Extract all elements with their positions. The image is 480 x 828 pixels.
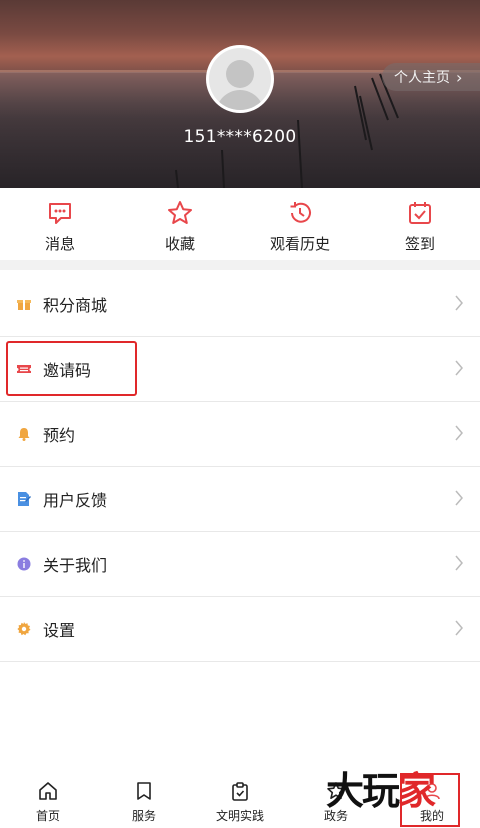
default-avatar-icon (209, 48, 271, 110)
section-divider (0, 260, 480, 270)
info-icon (17, 557, 31, 571)
profile-header: 151****6200 个人主页 › (0, 0, 480, 188)
menu-item-points-mall[interactable]: 积分商城 (0, 272, 480, 337)
quick-action-messages[interactable]: 消息 (0, 188, 120, 260)
invite-code-highlight-box (6, 341, 137, 396)
star-icon (168, 201, 192, 224)
quick-action-favorites[interactable]: 收藏 (120, 188, 240, 260)
menu-item-settings[interactable]: 设置 (0, 597, 480, 662)
quick-action-label: 收藏 (164, 235, 195, 253)
tab-home[interactable]: 首页 (0, 775, 96, 828)
quick-action-label: 观看历史 (269, 235, 330, 253)
watermark: 大玩家 (326, 772, 436, 810)
chevron-right-icon: › (456, 67, 463, 87)
menu-item-label: 用户反馈 (43, 491, 108, 510)
avatar[interactable] (206, 45, 274, 113)
watermark-text: 大玩 (326, 768, 400, 813)
watermark-text-accent: 家 (398, 768, 436, 813)
quick-action-history[interactable]: 观看历史 (240, 188, 360, 260)
chevron-right-icon (455, 360, 463, 376)
chevron-right-icon (455, 295, 463, 311)
tab-civilization-practice[interactable]: 文明实践 (192, 775, 288, 828)
quick-actions: 消息 收藏 观看历史 签到 (0, 188, 480, 260)
tab-label: 服务 (131, 809, 156, 823)
tab-services[interactable]: 服务 (96, 775, 192, 828)
user-phone: 151****6200 (183, 127, 297, 147)
bell-icon (17, 427, 31, 441)
menu-item-reservation[interactable]: 预约 (0, 402, 480, 467)
menu-item-label: 设置 (43, 621, 76, 640)
menu-item-feedback[interactable]: 用户反馈 (0, 467, 480, 532)
chevron-right-icon (455, 425, 463, 441)
quick-action-label: 消息 (44, 235, 75, 253)
settings-menu: 积分商城 邀请码 预约 用户反馈 关于我们 设置 (0, 272, 480, 662)
quick-action-label: 签到 (404, 235, 435, 253)
menu-item-about-us[interactable]: 关于我们 (0, 532, 480, 597)
home-icon (39, 782, 57, 800)
tab-label: 首页 (35, 809, 60, 823)
bookmark-icon (137, 782, 151, 800)
clipboard-icon (232, 782, 248, 801)
message-icon (49, 203, 71, 224)
history-icon (290, 202, 311, 223)
gift-icon (17, 297, 31, 311)
calendar-check-icon (409, 202, 431, 224)
tab-label: 文明实践 (215, 809, 264, 823)
gear-icon (17, 622, 31, 636)
personal-homepage-button[interactable]: 个人主页 › (382, 63, 480, 91)
menu-item-label: 预约 (43, 426, 76, 445)
chevron-right-icon (455, 620, 463, 636)
personal-homepage-label: 个人主页 (394, 70, 450, 86)
quick-action-checkin[interactable]: 签到 (360, 188, 480, 260)
chevron-right-icon (455, 555, 463, 571)
chevron-right-icon (455, 490, 463, 506)
menu-item-label: 关于我们 (43, 556, 108, 575)
feedback-icon (17, 492, 31, 506)
menu-item-label: 积分商城 (43, 296, 108, 315)
